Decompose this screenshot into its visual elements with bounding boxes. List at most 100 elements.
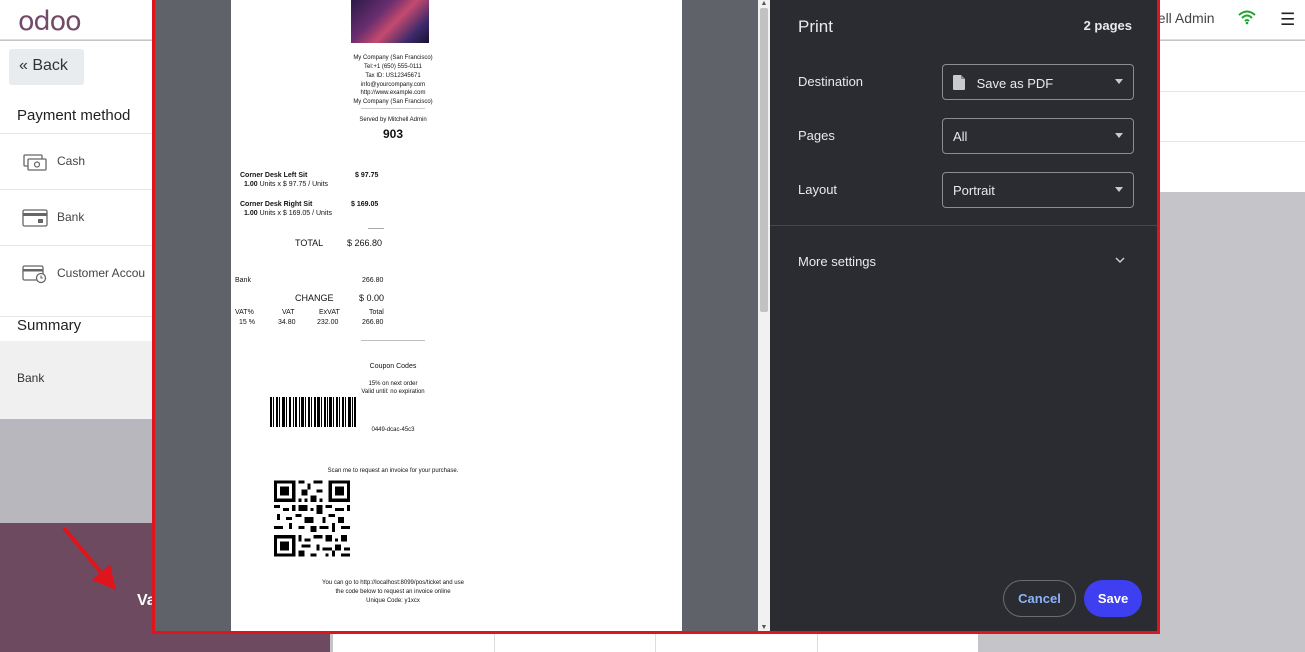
dropdown-caret-icon — [1115, 187, 1123, 192]
destination-value: Save as PDF — [976, 76, 1054, 91]
tax-header: ExVAT — [319, 309, 340, 316]
tax-cell: 232.00 — [317, 319, 339, 326]
summary-line-label: Bank — [17, 371, 45, 385]
payment-method-customer-account[interactable]: Customer Accou — [0, 245, 160, 301]
numpad-key[interactable] — [495, 632, 656, 652]
footer-line: You can go to http://localhost:8099/pos/… — [322, 580, 464, 586]
layout-label: Layout — [798, 182, 838, 197]
odoo-logo[interactable]: odoo — [18, 6, 82, 37]
barcode-image — [270, 397, 356, 427]
tax-cell: 34.80 — [278, 319, 296, 326]
qr-code-image — [274, 480, 350, 557]
print-preview: My Company (San Francisco) Tel:+1 (650) … — [155, 0, 758, 631]
total-separator: -------- — [368, 226, 384, 232]
tax-header: VAT% — [235, 309, 254, 316]
payment-method-cash[interactable]: Cash — [0, 133, 160, 189]
back-button[interactable]: « Back — [9, 49, 84, 85]
cancel-button[interactable]: Cancel — [1003, 580, 1076, 617]
summary-line[interactable]: Bank — [0, 341, 160, 419]
pages-select[interactable]: All — [942, 118, 1134, 154]
numpad-key[interactable] — [656, 632, 818, 652]
company-line: My Company (San Francisco) — [353, 99, 433, 105]
total-label: TOTAL — [295, 238, 324, 248]
double-chevron-left-icon: « — [19, 57, 28, 74]
line-price: $ 169.05 — [351, 201, 379, 208]
payment-value: 266.80 — [362, 277, 384, 284]
company-line: Tel:+1 (650) 555-0111 — [364, 64, 422, 70]
cash-icon — [23, 154, 47, 171]
line-detail: Units x $ 169.05 / Units — [259, 210, 332, 217]
company-line: info@yourcompany.com — [360, 82, 426, 88]
order-number: 903 — [382, 127, 404, 141]
coupon-valid: Valid until: no expiration — [361, 389, 425, 395]
line-qty: 1.00 — [244, 181, 258, 188]
red-arrow-annotation — [62, 526, 116, 590]
destination-label: Destination — [798, 74, 864, 89]
document-icon — [953, 75, 965, 90]
tax-header: Total — [369, 309, 384, 316]
line-product-name: Corner Desk Left Sit — [240, 172, 308, 179]
numpad-key[interactable] — [818, 632, 979, 652]
hamburger-menu-icon[interactable]: ☰ — [1280, 10, 1295, 30]
print-title: Print — [798, 17, 833, 36]
back-button-label: Back — [32, 57, 68, 74]
line-product-name: Corner Desk Right Sit — [240, 201, 313, 208]
payment-method-label: Cash — [57, 154, 86, 168]
summary-title: Summary — [0, 316, 160, 334]
dropdown-caret-icon — [1115, 133, 1123, 138]
right-panel — [1160, 41, 1305, 192]
background-area — [0, 419, 160, 523]
layout-value: Portrait — [953, 183, 995, 198]
payment-method-bank[interactable]: Bank — [0, 189, 160, 245]
line-price: $ 97.75 — [355, 172, 379, 179]
chevron-down-icon[interactable] — [1114, 254, 1126, 266]
settings-divider — [770, 225, 1157, 226]
page-count: 2 pages — [1083, 18, 1132, 33]
company-line: http://www.example.com — [360, 90, 426, 96]
scroll-up-icon[interactable]: ▲ — [760, 0, 768, 7]
more-settings-toggle[interactable]: More settings — [798, 254, 876, 269]
line-qty: 1.00 — [244, 210, 258, 217]
tax-cell: 266.80 — [362, 319, 384, 326]
payment-method-title: Payment method — [17, 107, 131, 124]
pages-value: All — [953, 129, 968, 144]
payment-left-panel: « Back Payment method Cash Bank Customer… — [0, 41, 160, 419]
company-line: Tax ID: US12345671 — [365, 73, 421, 79]
wifi-icon — [1238, 10, 1256, 25]
numpad-row — [333, 632, 978, 652]
scrollbar-thumb[interactable] — [760, 8, 768, 312]
line-detail: Units x $ 97.75 / Units — [259, 181, 329, 188]
change-value: $ 0.00 — [359, 293, 385, 303]
preview-scrollbar[interactable]: ▲ ▼ — [758, 0, 770, 631]
dropdown-caret-icon — [1115, 79, 1123, 84]
separator: -------------------------------- — [361, 106, 425, 112]
layout-select[interactable]: Portrait — [942, 172, 1134, 208]
print-settings-panel: Print 2 pages Destination Save as PDF Pa… — [770, 0, 1157, 631]
print-dialog: My Company (San Francisco) Tel:+1 (650) … — [152, 0, 1160, 634]
footer-line: the code below to request an invoice onl… — [335, 589, 451, 595]
scroll-down-icon[interactable]: ▼ — [760, 624, 768, 631]
numpad-key[interactable] — [333, 632, 495, 652]
coupon-desc: 15% on next order — [368, 381, 418, 387]
footer-line: Unique Code: y1xcx — [366, 598, 420, 604]
separator: -------------------------------- — [361, 338, 425, 344]
served-by: Served by Mitchell Admin — [359, 117, 427, 123]
payment-name: Bank — [235, 277, 251, 284]
coupon-code: 0449-dcac-45c3 — [371, 427, 415, 433]
save-button[interactable]: Save — [1084, 580, 1142, 617]
tax-header: VAT — [282, 309, 295, 316]
company-logo-image — [351, 0, 429, 43]
payment-method-label: Bank — [57, 210, 85, 224]
scan-text: Scan me to request an invoice for your p… — [327, 468, 459, 474]
payment-method-label: Customer Accou — [57, 266, 146, 280]
pages-label: Pages — [798, 128, 835, 143]
customer-account-icon — [22, 265, 47, 284]
tax-cell: 15 % — [239, 319, 255, 326]
company-line: My Company (San Francisco) — [353, 55, 433, 61]
bank-card-icon — [22, 209, 48, 227]
total-value: $ 266.80 — [347, 238, 383, 248]
destination-select[interactable]: Save as PDF — [942, 64, 1134, 100]
change-label: CHANGE — [295, 293, 334, 303]
coupon-title: Coupon Codes — [369, 363, 417, 370]
receipt-page: My Company (San Francisco) Tel:+1 (650) … — [231, 0, 682, 631]
